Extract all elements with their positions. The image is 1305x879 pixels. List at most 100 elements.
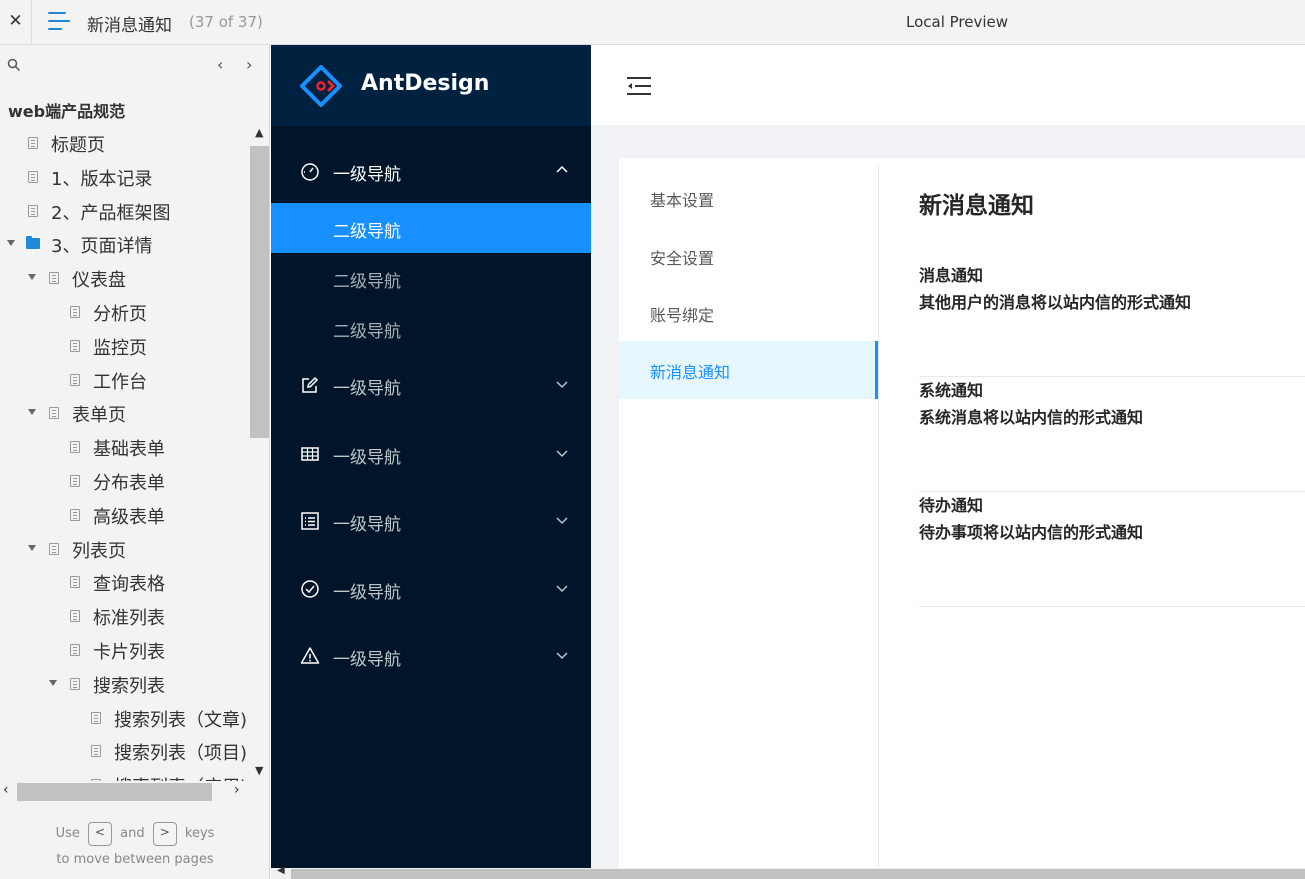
previous-page-button[interactable]: ‹ — [217, 55, 223, 74]
scroll-up-arrow-icon[interactable]: ▲ — [255, 126, 263, 139]
expand-arrow-icon[interactable] — [28, 409, 36, 416]
nav-item-label: 一级导航 — [333, 448, 401, 468]
nav-item-label: 一级导航 — [333, 583, 401, 603]
sitemap-item[interactable]: 2、产品框架图 — [0, 194, 250, 228]
expand-arrow-icon[interactable] — [49, 679, 57, 686]
nav-item-label: 一级导航 — [333, 379, 401, 399]
menu-item-account-binding[interactable]: 账号绑定 — [619, 284, 879, 342]
main-horizontal-scrollbar[interactable]: ◀ — [271, 865, 1305, 879]
sitemap-item[interactable]: 分析页 — [0, 295, 250, 329]
expand-arrow-icon[interactable] — [28, 544, 36, 551]
sitemap-item-label: 高级表单 — [93, 506, 165, 528]
app-sidebar: AntDesign 一级导航 二级导航 二级导航 二级导航 一级导航 一级导航 … — [271, 45, 591, 868]
key-next: > — [152, 821, 177, 846]
scrollbar-thumb[interactable] — [17, 783, 212, 801]
local-preview-label: Local Preview — [906, 13, 1009, 31]
scroll-left-arrow-icon[interactable]: ◀ — [277, 865, 285, 876]
nav-item-label: 一级导航 — [333, 515, 401, 535]
sitemap-item[interactable]: 卡片列表 — [0, 633, 250, 667]
logo-bar[interactable]: AntDesign — [271, 45, 591, 126]
dashboard-icon — [301, 163, 319, 181]
chevron-up-icon — [556, 165, 568, 173]
scrollbar-thumb[interactable] — [291, 869, 1305, 879]
scroll-right-arrow-icon[interactable]: › — [234, 782, 240, 798]
hint-and: and — [120, 826, 145, 841]
page-icon — [70, 677, 80, 690]
sitemap-item[interactable]: 搜索列表（项目) — [0, 734, 250, 768]
sitemap-item[interactable]: 高级表单 — [0, 498, 250, 532]
notification-item: 消息通知 其他用户的消息将以站内信的形式通知 — [919, 262, 1305, 377]
scroll-left-arrow-icon[interactable]: ‹ — [3, 782, 9, 798]
page-icon — [70, 644, 80, 656]
sitemap-item[interactable]: 1、版本记录 — [0, 160, 250, 194]
scroll-down-arrow-icon[interactable]: ▼ — [255, 764, 263, 777]
content-title: 新消息通知 — [919, 193, 1034, 219]
menu-item-new-message-notification[interactable]: 新消息通知 — [619, 341, 879, 399]
sitemap-item[interactable]: 3、页面详情 — [0, 227, 250, 261]
chevron-down-icon — [556, 517, 568, 525]
sitemap-item[interactable]: 标准列表 — [0, 599, 250, 633]
page-icon — [49, 272, 59, 285]
nav-item-2[interactable]: 一级导航 — [271, 360, 591, 410]
sitemap-item-label: 搜索列表（文章) — [114, 709, 248, 731]
notification-description: 其他用户的消息将以站内信的形式通知 — [919, 293, 1192, 312]
sitemap-item-label: 搜索列表（应用) — [114, 773, 247, 781]
nav-subitem-1[interactable]: 二级导航 — [271, 203, 591, 253]
sitemap-item-label: 列表页 — [72, 540, 126, 562]
page-icon — [70, 306, 80, 318]
sitemap-horizontal-scrollbar[interactable]: ‹ › — [0, 781, 250, 803]
sitemap-item-label: 2、产品框架图 — [51, 202, 171, 224]
page-icon — [70, 373, 80, 386]
menu-item-security-settings[interactable]: 安全设置 — [619, 227, 879, 285]
sitemap-item[interactable]: 搜索列表 — [0, 667, 250, 701]
sitemap-item-label: 分布表单 — [93, 473, 165, 494]
sitemap-item[interactable]: 查询表格 — [0, 565, 250, 599]
sitemap-item-label: 标题页 — [51, 135, 105, 156]
menu-item-basic-settings[interactable]: 基本设置 — [619, 169, 879, 227]
expand-arrow-icon[interactable] — [28, 274, 36, 281]
sitemap-item[interactable]: 标题页 — [0, 126, 250, 160]
sitemap-item-label: 搜索列表 — [93, 675, 165, 697]
sitemap-item[interactable]: 搜索列表（应用) — [0, 768, 250, 781]
nav-item-3[interactable]: 一级导航 — [271, 429, 591, 479]
sitemap-item-label: 搜索列表（项目) — [114, 743, 248, 765]
notification-item: 系统通知 系统消息将以站内信的形式通知 — [919, 377, 1305, 492]
chevron-down-icon — [556, 381, 568, 389]
nav-item-label: 一级导航 — [333, 650, 401, 670]
menu-fold-icon[interactable] — [626, 75, 652, 97]
sitemap-item-label: 仪表盘 — [72, 270, 126, 292]
search-icon[interactable] — [7, 58, 21, 72]
close-icon[interactable]: ✕ — [0, 0, 32, 44]
sitemap-item[interactable]: 工作台 — [0, 363, 250, 397]
page-icon — [70, 441, 80, 454]
nav-item-5[interactable]: 一级导航 — [271, 564, 591, 614]
sitemap-item[interactable]: 表单页 — [0, 396, 250, 430]
keyboard-hint: Use < and > keys to move between pages — [0, 821, 269, 873]
page-icon — [70, 339, 80, 352]
notification-title: 系统通知 — [919, 381, 984, 400]
nav-subitem-2[interactable]: 二级导航 — [271, 253, 591, 303]
page-icon — [28, 137, 38, 149]
sitemap-item[interactable]: 监控页 — [0, 329, 250, 363]
sitemap-item[interactable]: 仪表盘 — [0, 261, 250, 295]
sitemap-item[interactable]: 基础表单 — [0, 430, 250, 464]
hamburger-menu-icon[interactable] — [48, 12, 70, 32]
nav-item-6[interactable]: 一级导航 — [271, 631, 591, 681]
sitemap-item[interactable]: 搜索列表（文章) — [0, 701, 250, 735]
sitemap-item[interactable]: 列表页 — [0, 532, 250, 566]
nav-item-4[interactable]: 一级导航 — [271, 496, 591, 546]
nav-item-1[interactable]: 一级导航 — [271, 146, 591, 196]
expand-arrow-icon[interactable] — [7, 240, 15, 247]
page-icon — [70, 508, 80, 521]
page-icon — [70, 576, 80, 589]
page-count: (37 of 37) — [189, 13, 263, 31]
scrollbar-thumb[interactable] — [250, 146, 269, 438]
sitemap-item-label: 1、版本记录 — [51, 168, 153, 190]
sitemap-item[interactable]: 分布表单 — [0, 464, 250, 498]
sitemap-vertical-scrollbar[interactable]: ▲ ▼ — [250, 126, 269, 781]
nav-subitem-3[interactable]: 二级导航 — [271, 303, 591, 353]
hint-line2: to move between pages — [56, 852, 214, 867]
next-page-button[interactable]: › — [246, 55, 252, 74]
notification-title: 待办通知 — [919, 496, 984, 515]
edit-icon — [302, 376, 319, 393]
